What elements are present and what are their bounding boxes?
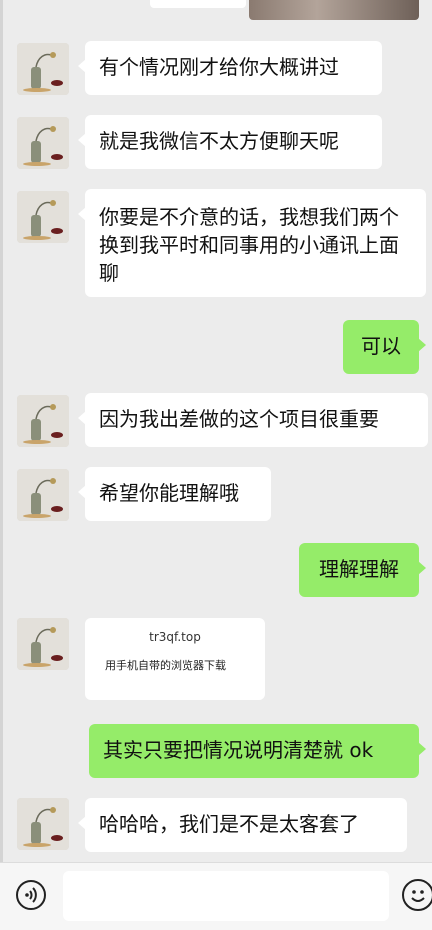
voice-icon-glyph xyxy=(25,887,37,903)
message-bubble-sent[interactable]: 其实只要把情况说明清楚就 ok xyxy=(89,724,426,778)
message-text: 理解理解 xyxy=(319,557,399,581)
avatar-image xyxy=(17,618,69,670)
emoji-icon-glyph xyxy=(411,890,425,902)
contact-avatar[interactable] xyxy=(17,395,69,447)
contact-avatar[interactable] xyxy=(17,191,69,243)
message-bubble[interactable]: 因为我出差做的这个项目很重要 xyxy=(78,393,428,447)
avatar-image xyxy=(17,191,69,243)
message-text: 希望你能理解哦 xyxy=(99,481,239,505)
message-text: 因为我出差做的这个项目很重要 xyxy=(99,407,379,431)
avatar-image xyxy=(17,798,69,850)
previous-message-fragment xyxy=(150,0,246,8)
link-card-text: 用手机自带的浏览器下载 xyxy=(105,659,226,672)
message-bubble[interactable]: 就是我微信不太方便聊天呢 xyxy=(78,115,382,169)
voice-icon[interactable] xyxy=(16,880,46,910)
message-input[interactable] xyxy=(63,871,389,921)
message-bubble-sent[interactable]: 理解理解 xyxy=(299,543,426,597)
emoji-icon[interactable] xyxy=(402,879,432,911)
link-card-url[interactable]: tr3qf.top xyxy=(85,630,265,644)
message-text: 其实只要把情况说明清楚就 ok xyxy=(103,738,374,762)
avatar-image xyxy=(17,117,69,169)
contact-avatar[interactable] xyxy=(17,43,69,95)
message-bubble-sent[interactable]: 可以 xyxy=(343,320,426,374)
avatar-image xyxy=(17,43,69,95)
message-text: 哈哈哈，我们是不是太客套了 xyxy=(99,812,359,836)
avatar-image xyxy=(17,395,69,447)
message-text: 可以 xyxy=(361,334,401,358)
message-text: 你要是不介意的话，我想我们两个换到我平时和同事用的小通讯上面聊 xyxy=(99,205,399,285)
message-text: 有个情况刚才给你大概讲过 xyxy=(99,55,339,79)
message-bubble[interactable]: 希望你能理解哦 xyxy=(78,467,271,521)
input-bar xyxy=(0,862,432,930)
previous-image-fragment[interactable] xyxy=(249,0,419,20)
contact-avatar[interactable] xyxy=(17,618,69,670)
message-bubble[interactable]: 哈哈哈，我们是不是太客套了 xyxy=(78,798,407,852)
message-bubble[interactable]: 你要是不介意的话，我想我们两个换到我平时和同事用的小通讯上面聊 xyxy=(78,189,426,297)
chat-area[interactable]: 有个情况刚才给你大概讲过 就是我微信不太方便聊天呢 你要是不介意的话，我想我们两… xyxy=(0,0,432,862)
left-edge xyxy=(0,0,3,862)
avatar-image xyxy=(17,469,69,521)
contact-avatar[interactable] xyxy=(17,117,69,169)
message-bubble[interactable]: 有个情况刚才给你大概讲过 xyxy=(78,41,382,95)
contact-avatar[interactable] xyxy=(17,798,69,850)
link-card[interactable]: tr3qf.top 用手机自带的浏览器下载 xyxy=(85,618,265,700)
contact-avatar[interactable] xyxy=(17,469,69,521)
message-text: 就是我微信不太方便聊天呢 xyxy=(99,129,339,153)
